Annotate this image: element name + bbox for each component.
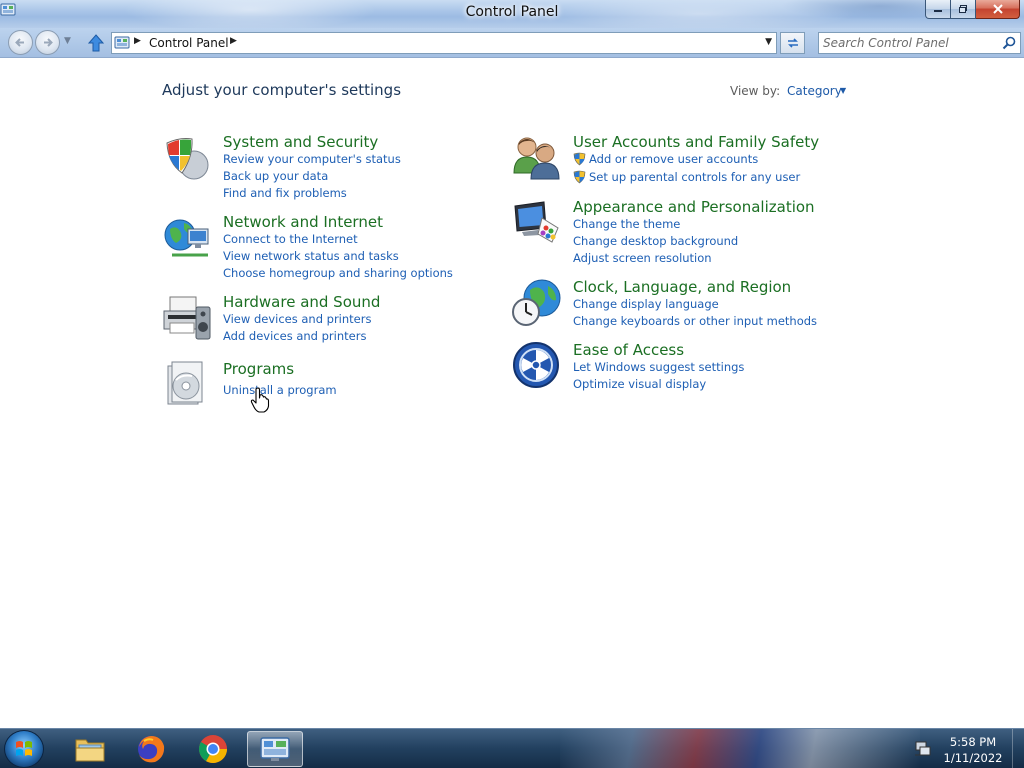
forward-arrow-icon	[44, 38, 53, 47]
view-by-label: View by:	[730, 84, 781, 98]
programs-disc-icon[interactable]	[162, 360, 212, 410]
task-link[interactable]: Review your computer's status	[223, 152, 401, 166]
wallpaper-peek	[560, 729, 920, 768]
task-link[interactable]: Connect to the Internet	[223, 232, 358, 246]
breadcrumb-control-panel[interactable]: Control Panel	[149, 36, 229, 50]
breadcrumb-separator-icon[interactable]: ▶	[134, 36, 141, 46]
show-desktop-button[interactable]	[1012, 729, 1024, 768]
taskbar-firefox[interactable]	[123, 731, 179, 767]
system-clock[interactable]: 5:58 PM 1/11/2022	[940, 734, 1006, 766]
task-link[interactable]: Set up parental controls for any user	[589, 170, 800, 184]
taskbar-windows-explorer[interactable]	[62, 731, 118, 767]
uac-shield-icon	[573, 170, 586, 184]
address-dropdown-icon[interactable]: ▼	[765, 37, 772, 47]
minimize-button[interactable]	[925, 0, 951, 19]
control-panel-content: Adjust your computer's settings View by:…	[0, 59, 1024, 728]
page-title: Adjust your computer's settings	[162, 81, 402, 99]
refresh-icon	[787, 38, 798, 48]
shield-icon[interactable]	[162, 133, 212, 183]
taskbar-chrome[interactable]	[185, 731, 241, 767]
uac-shield-icon	[573, 152, 586, 166]
windows-explorer-icon	[75, 739, 105, 762]
hand-pointer-cursor-icon	[250, 387, 270, 413]
control-panel-address-icon	[114, 36, 130, 49]
title-bar: Control Panel	[0, 0, 1024, 28]
search-icon[interactable]	[1002, 36, 1016, 50]
task-link[interactable]: View network status and tasks	[223, 249, 399, 263]
category-title[interactable]: System and Security	[223, 133, 378, 151]
uninstall-program-link[interactable]: Uninstall a program	[223, 383, 337, 397]
clock-date: 1/11/2022	[943, 751, 1003, 765]
category-title[interactable]: Network and Internet	[223, 213, 383, 231]
task-link[interactable]: Change keyboards or other input methods	[573, 314, 817, 328]
search-input[interactable]	[823, 35, 993, 51]
refresh-button[interactable]	[780, 32, 805, 54]
task-link[interactable]: Optimize visual display	[573, 377, 706, 391]
control-panel-icon	[260, 737, 290, 761]
close-icon	[992, 4, 1003, 14]
restore-icon	[959, 5, 967, 13]
breadcrumb-separator-icon[interactable]: ▶	[230, 36, 237, 46]
monitor-palette-icon[interactable]	[512, 198, 562, 248]
network-tray-icon[interactable]	[914, 741, 932, 757]
users-icon[interactable]	[512, 133, 562, 183]
back-button[interactable]	[8, 30, 33, 55]
task-link[interactable]: Add or remove user accounts	[589, 152, 758, 166]
task-link[interactable]: Adjust screen resolution	[573, 251, 712, 265]
close-button[interactable]	[976, 0, 1020, 19]
category-title[interactable]: Clock, Language, and Region	[573, 278, 791, 296]
clock-globe-icon[interactable]	[512, 278, 562, 328]
start-button[interactable]	[4, 730, 44, 768]
chevron-down-icon[interactable]: ▼	[840, 86, 846, 95]
task-link[interactable]: Find and fix problems	[223, 186, 347, 200]
up-arrow-icon[interactable]	[86, 33, 106, 53]
task-link[interactable]: Let Windows suggest settings	[573, 360, 744, 374]
recent-pages-dropdown[interactable]: ▼	[64, 36, 71, 46]
category-title[interactable]: Ease of Access	[573, 341, 684, 359]
navigation-bar: ▼ ▶ Control Panel ▶ ▼	[0, 28, 1024, 58]
category-title[interactable]: Hardware and Sound	[223, 293, 380, 311]
clock-time: 5:58 PM	[949, 735, 997, 749]
task-link[interactable]: Change desktop background	[573, 234, 738, 248]
forward-button[interactable]	[35, 30, 60, 55]
category-title[interactable]: Programs	[223, 360, 294, 378]
windows-logo-icon	[16, 741, 32, 756]
restore-button[interactable]	[951, 0, 976, 19]
network-globe-icon[interactable]	[162, 213, 212, 263]
task-link[interactable]: Change display language	[573, 297, 719, 311]
category-title[interactable]: Appearance and Personalization	[573, 198, 815, 216]
view-by-dropdown[interactable]: Category	[787, 84, 842, 98]
ease-of-access-icon[interactable]	[512, 341, 562, 391]
search-box[interactable]	[818, 32, 1021, 54]
task-link[interactable]: Back up your data	[223, 169, 328, 183]
taskbar: 5:58 PM 1/11/2022	[0, 728, 1024, 768]
task-link[interactable]: View devices and printers	[223, 312, 371, 326]
task-link[interactable]: Change the theme	[573, 217, 680, 231]
chrome-icon	[199, 735, 227, 763]
address-bar[interactable]: ▶ Control Panel ▶ ▼	[111, 32, 777, 54]
window-title: Control Panel	[465, 4, 559, 20]
minimize-icon	[934, 10, 942, 12]
taskbar-control-panel[interactable]	[247, 731, 303, 767]
firefox-icon	[138, 736, 165, 763]
printer-speaker-icon[interactable]	[162, 293, 212, 343]
task-link[interactable]: Choose homegroup and sharing options	[223, 266, 453, 280]
category-title[interactable]: User Accounts and Family Safety	[573, 133, 819, 151]
task-link[interactable]: Add devices and printers	[223, 329, 366, 343]
back-arrow-icon	[15, 38, 24, 47]
